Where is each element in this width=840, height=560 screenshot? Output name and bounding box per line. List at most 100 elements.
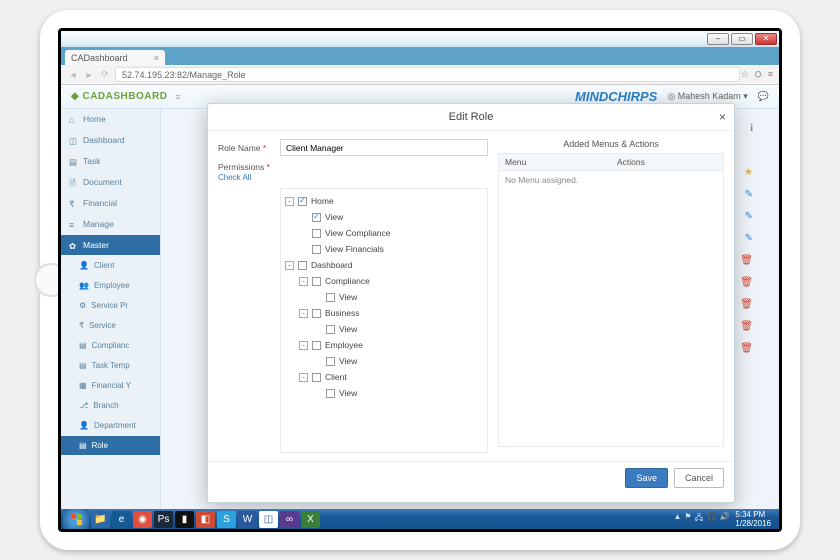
- sidebar-toggle-icon[interactable]: ≡: [175, 92, 180, 102]
- manage-icon: ≡: [69, 220, 78, 229]
- tree-node[interactable]: View Compliance: [285, 225, 483, 241]
- sidebar-sub-task-template[interactable]: ▤Task Temp: [61, 356, 160, 376]
- checkbox[interactable]: [312, 373, 321, 382]
- sidebar-sub-financial-year[interactable]: ▦Financial Y: [61, 376, 160, 396]
- checkbox[interactable]: [298, 197, 307, 206]
- tree-node[interactable]: -Compliance: [285, 273, 483, 289]
- sidebar-sub-service-provider[interactable]: ⚙Service Pr: [61, 296, 160, 316]
- role-icon: ▤: [79, 441, 87, 450]
- taskbar-cmd-icon[interactable]: ▮: [175, 511, 194, 528]
- bookmark-icon[interactable]: ☆: [740, 69, 748, 80]
- tree-node[interactable]: View: [285, 289, 483, 305]
- sidebar-item-document[interactable]: 🗎Document: [61, 172, 160, 193]
- taskbar-visualstudio-icon[interactable]: ∞: [280, 511, 299, 528]
- back-icon[interactable]: ◄: [67, 69, 79, 81]
- sidebar-item-master[interactable]: ✿Master: [61, 235, 160, 256]
- taskbar-photoshop-icon[interactable]: Ps: [154, 511, 173, 528]
- taskbar-excel-icon[interactable]: X: [301, 511, 320, 528]
- chat-icon[interactable]: 💬: [758, 91, 769, 102]
- tree-node[interactable]: -Client: [285, 369, 483, 385]
- expand-icon[interactable]: -: [299, 309, 308, 318]
- tree-label: View: [339, 324, 357, 334]
- expand-icon[interactable]: -: [285, 261, 294, 270]
- checkbox[interactable]: [326, 325, 335, 334]
- screen: – ▭ ✕ CADashboard × ◄ ► ⟳ 52.74.195.23:8…: [58, 28, 782, 532]
- checkbox[interactable]: [326, 293, 335, 302]
- sidebar-item-financial[interactable]: ₹Financial: [61, 193, 160, 214]
- app-body: ⌂Home ◫Dashboard ▤Task 🗎Document ₹Financ…: [61, 109, 779, 509]
- tree-node[interactable]: -Dashboard: [285, 257, 483, 273]
- taskbar-explorer-icon[interactable]: 📁: [91, 511, 110, 528]
- window-maximize-button[interactable]: ▭: [731, 33, 753, 45]
- sidebar-item-dashboard[interactable]: ◫Dashboard: [61, 130, 160, 151]
- sidebar-sub-compliance[interactable]: ▤Complianc: [61, 336, 160, 356]
- users-icon: 👥: [79, 281, 89, 290]
- sidebar-sub-client[interactable]: 👤Client: [61, 256, 160, 276]
- close-icon[interactable]: ×: [154, 53, 159, 63]
- taskbar-app-icon[interactable]: ◧: [196, 511, 215, 528]
- clock[interactable]: 5:34 PM 1/28/2016: [735, 510, 771, 528]
- cancel-button[interactable]: Cancel: [674, 468, 724, 488]
- user-icon: 👤: [79, 261, 89, 270]
- tree-node[interactable]: View: [285, 321, 483, 337]
- sidebar-sub-department[interactable]: 👤Department: [61, 416, 160, 436]
- tree-node[interactable]: View: [285, 209, 483, 225]
- system-tray[interactable]: ▲⚑🖧🎧🔊 5:34 PM 1/28/2016: [673, 510, 777, 528]
- tray-icons[interactable]: ▲⚑🖧🎧🔊: [673, 512, 729, 526]
- checkbox[interactable]: [312, 245, 321, 254]
- checkbox[interactable]: [312, 213, 321, 222]
- check-all-link[interactable]: Check All: [218, 173, 251, 182]
- browser-tab[interactable]: CADashboard ×: [65, 50, 165, 65]
- sidebar-sub-role[interactable]: ▤Role: [61, 436, 160, 456]
- checkbox[interactable]: [312, 309, 321, 318]
- tree-node[interactable]: - Home: [285, 193, 483, 209]
- tree-node[interactable]: -Business: [285, 305, 483, 321]
- modal-close-button[interactable]: ×: [719, 110, 726, 124]
- taskbar-app2-icon[interactable]: ◫: [259, 511, 278, 528]
- expand-icon[interactable]: -: [285, 197, 294, 206]
- sidebar-item-manage[interactable]: ≡Manage: [61, 214, 160, 235]
- modal-right-panel: Added Menus & Actions Menu Actions No Me…: [488, 139, 724, 453]
- expand-icon[interactable]: -: [299, 277, 308, 286]
- window-close-button[interactable]: ✕: [755, 33, 777, 45]
- tree-node[interactable]: View: [285, 385, 483, 401]
- user-menu[interactable]: ◎ Mahesh Kadam ▾: [667, 91, 747, 102]
- tree-node[interactable]: View: [285, 353, 483, 369]
- start-button[interactable]: [63, 509, 89, 529]
- menu-icon[interactable]: ≡: [768, 69, 773, 80]
- window-titlebar: – ▭ ✕: [61, 31, 779, 47]
- sidebar-item-home[interactable]: ⌂Home: [61, 109, 160, 130]
- expand-icon[interactable]: -: [299, 373, 308, 382]
- branch-icon: ⎇: [79, 401, 88, 410]
- taskbar-chrome-icon[interactable]: ◉: [133, 511, 152, 528]
- save-button[interactable]: Save: [625, 468, 668, 488]
- window-minimize-button[interactable]: –: [707, 33, 729, 45]
- permissions-tree[interactable]: -HomeViewView ComplianceView Financials-…: [280, 188, 488, 453]
- checkbox[interactable]: [326, 357, 335, 366]
- tree-label: Employee: [325, 340, 363, 350]
- checkbox[interactable]: [298, 261, 307, 270]
- tree-node[interactable]: - Employee: [285, 337, 483, 353]
- sidebar-sub-branch[interactable]: ⎇Branch: [61, 396, 160, 416]
- expand-icon[interactable]: -: [299, 341, 308, 350]
- brand-logo: ◆ CADASHBOARD: [71, 91, 167, 102]
- taskbar-skype-icon[interactable]: S: [217, 511, 236, 528]
- tree-node[interactable]: View Financials: [285, 241, 483, 257]
- checkbox[interactable]: [312, 277, 321, 286]
- checkbox[interactable]: [312, 229, 321, 238]
- taskbar-word-icon[interactable]: W: [238, 511, 257, 528]
- checkbox[interactable]: [326, 389, 335, 398]
- extension-icon[interactable]: ⛭: [755, 69, 762, 80]
- checkbox[interactable]: [312, 341, 321, 350]
- sidebar-sub-employee[interactable]: 👥Employee: [61, 276, 160, 296]
- tree-label: Home: [311, 196, 334, 206]
- sidebar-item-task[interactable]: ▤Task: [61, 151, 160, 172]
- role-name-input[interactable]: [280, 139, 488, 156]
- address-bar[interactable]: 52.74.195.23:82/Manage_Role: [115, 67, 740, 82]
- taskbar-ie-icon[interactable]: e: [112, 511, 131, 528]
- forward-icon[interactable]: ►: [83, 69, 95, 81]
- reload-icon[interactable]: ⟳: [99, 69, 111, 81]
- gear-icon: ✿: [69, 241, 78, 250]
- windows-taskbar: 📁 e ◉ Ps ▮ ◧ S W ◫ ∞ X ▲⚑🖧🎧🔊 5:34 PM 1/2…: [61, 509, 779, 529]
- sidebar-sub-service[interactable]: ₹Service: [61, 316, 160, 336]
